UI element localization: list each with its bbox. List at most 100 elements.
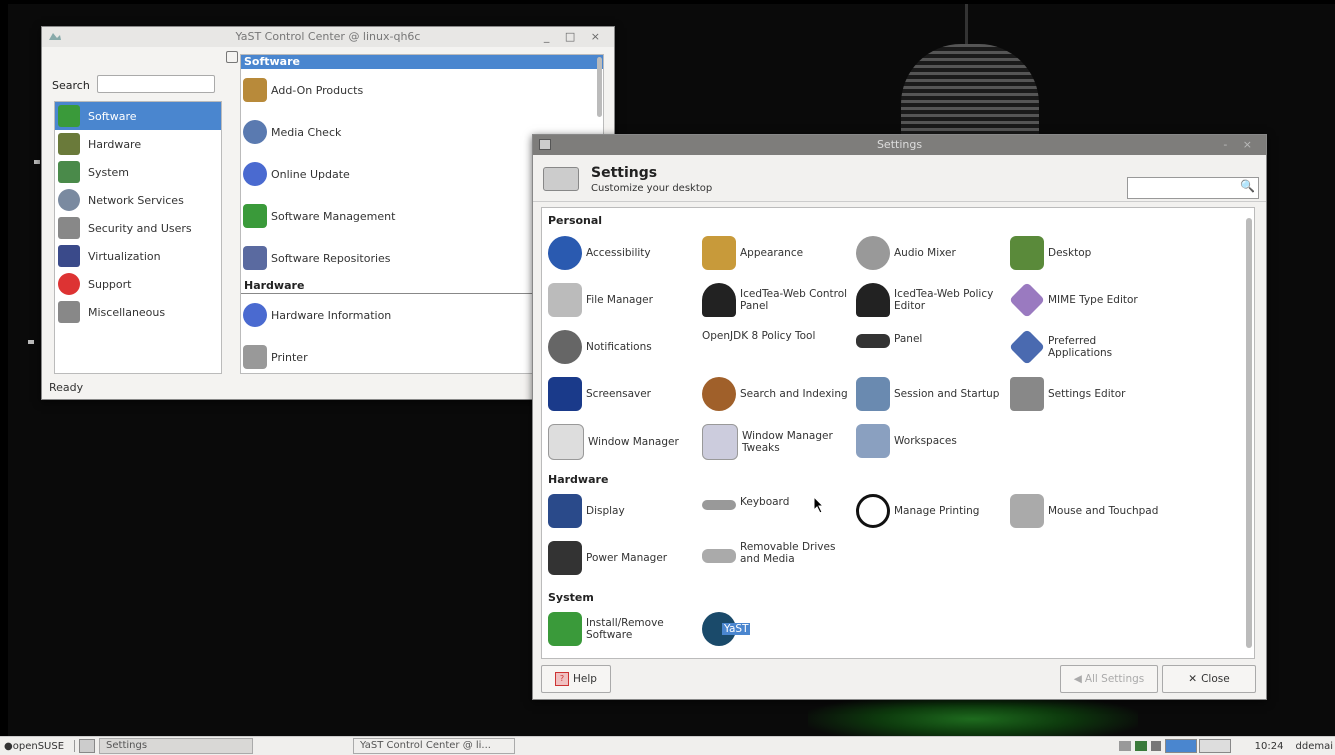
item-removable-drives[interactable]: Removable Drives and Media bbox=[702, 541, 852, 565]
item-label: Window Manager bbox=[588, 436, 679, 448]
info-icon bbox=[243, 303, 267, 327]
category-system: System bbox=[548, 591, 594, 604]
item-manage-printing[interactable]: Manage Printing bbox=[856, 494, 1006, 528]
category-support[interactable]: Support bbox=[55, 270, 221, 298]
item-label: Removable Drives and Media bbox=[740, 541, 836, 565]
category-label: Miscellaneous bbox=[88, 305, 166, 319]
status-bar: Ready bbox=[49, 381, 84, 394]
audio-mixer-icon bbox=[856, 236, 890, 270]
settings-window: Settings - × Settings Customize your des… bbox=[532, 134, 1267, 700]
module-label: Hardware Information bbox=[271, 308, 392, 322]
item-label: YaST bbox=[722, 623, 751, 635]
battery-icon[interactable] bbox=[1150, 741, 1161, 751]
all-settings-button[interactable]: ◀ All Settings bbox=[1060, 665, 1158, 693]
show-desktop-icon[interactable] bbox=[79, 739, 96, 753]
item-yast[interactable]: YaST bbox=[702, 612, 852, 646]
category-virtualization[interactable]: Virtualization bbox=[55, 242, 221, 270]
item-mouse-and-touchpad[interactable]: Mouse and Touchpad bbox=[1010, 494, 1160, 528]
item-label: Keyboard bbox=[740, 496, 790, 508]
search-input[interactable] bbox=[97, 75, 215, 93]
item-label: Install/Remove Software bbox=[586, 617, 664, 641]
item-settings-editor[interactable]: Settings Editor bbox=[1010, 377, 1160, 411]
module-add-on-products[interactable]: Add-On Products bbox=[241, 69, 603, 111]
item-accessibility[interactable]: Accessibility bbox=[548, 236, 698, 270]
item-label: Search and Indexing bbox=[740, 388, 848, 400]
module-label: Software Management bbox=[271, 209, 396, 223]
settings-window-buttons[interactable]: - × bbox=[1223, 135, 1258, 155]
desktop-icon-edge[interactable] bbox=[28, 340, 34, 344]
item-label: MIME Type Editor bbox=[1048, 294, 1138, 306]
category-label: Software bbox=[88, 109, 137, 123]
close-button[interactable]: ✕ Close bbox=[1162, 665, 1256, 693]
item-window-manager-tweaks[interactable]: Window Manager Tweaks bbox=[702, 424, 852, 460]
item-window-manager[interactable]: Window Manager bbox=[548, 424, 698, 460]
item-label: Accessibility bbox=[586, 247, 651, 259]
item-workspaces[interactable]: Workspaces bbox=[856, 424, 1006, 458]
item-icedtea-policy-editor[interactable]: IcedTea-Web Policy Editor bbox=[856, 283, 1006, 317]
category-network-services[interactable]: Network Services bbox=[55, 186, 221, 214]
item-preferred-applications[interactable]: Preferred Applications bbox=[1008, 328, 1160, 366]
item-keyboard[interactable]: Keyboard bbox=[702, 494, 852, 510]
item-power-manager[interactable]: Power Manager bbox=[548, 541, 698, 575]
category-software[interactable]: Software bbox=[55, 102, 221, 130]
item-label: Session and Startup bbox=[894, 388, 1000, 400]
system-tray: 10:24 ddemai bbox=[1118, 739, 1335, 753]
item-display[interactable]: Display bbox=[548, 494, 698, 528]
preferred-apps-icon bbox=[1008, 328, 1046, 366]
item-install-remove-software[interactable]: Install/Remove Software bbox=[548, 612, 698, 646]
item-label: Settings Editor bbox=[1048, 388, 1126, 400]
item-label: Appearance bbox=[740, 247, 804, 259]
workspace-2[interactable] bbox=[1198, 739, 1231, 753]
module-scrollbar[interactable] bbox=[597, 57, 602, 117]
window-manager-icon bbox=[548, 424, 584, 460]
network-icon[interactable] bbox=[1134, 741, 1147, 751]
software-management-icon bbox=[243, 204, 267, 228]
item-audio-mixer[interactable]: Audio Mixer bbox=[856, 236, 1006, 270]
settings-scrollbar[interactable] bbox=[1246, 218, 1252, 648]
item-screensaver[interactable]: Screensaver bbox=[548, 377, 698, 411]
settings-titlebar[interactable]: Settings - × bbox=[533, 135, 1266, 155]
category-system[interactable]: System bbox=[55, 158, 221, 186]
task-yast[interactable]: YaST Control Center @ li... bbox=[353, 738, 516, 754]
close-icon: ✕ bbox=[1188, 673, 1198, 685]
item-search-and-indexing[interactable]: Search and Indexing bbox=[702, 377, 852, 411]
gear-icon[interactable] bbox=[226, 51, 238, 63]
item-session-and-startup[interactable]: Session and Startup bbox=[856, 377, 1006, 411]
volume-icon[interactable] bbox=[1118, 741, 1131, 751]
drive-icon bbox=[702, 549, 736, 563]
category-security-and-users[interactable]: Security and Users bbox=[55, 214, 221, 242]
yast-app-icon bbox=[49, 33, 61, 40]
item-file-manager[interactable]: File Manager bbox=[548, 283, 698, 317]
item-appearance[interactable]: Appearance bbox=[702, 236, 852, 270]
yast-titlebar[interactable]: YaST Control Center @ linux-qh6c _ □ × bbox=[42, 27, 614, 47]
security-icon bbox=[58, 217, 80, 239]
hardware-icon bbox=[58, 133, 80, 155]
yast-window-buttons[interactable]: _ □ × bbox=[544, 27, 606, 47]
virtualization-icon bbox=[58, 245, 80, 267]
help-label: Help bbox=[573, 673, 597, 685]
start-menu-button[interactable]: ●openSUSE bbox=[0, 741, 70, 752]
item-label: Display bbox=[586, 505, 625, 517]
category-hardware[interactable]: Hardware bbox=[55, 130, 221, 158]
module-label: Online Update bbox=[271, 167, 350, 181]
desktop-icon-edge[interactable] bbox=[34, 160, 40, 164]
item-panel[interactable]: Panel bbox=[856, 330, 1006, 348]
category-miscellaneous[interactable]: Miscellaneous bbox=[55, 298, 221, 326]
item-icedtea-control-panel[interactable]: IcedTea-Web Control Panel bbox=[702, 283, 852, 317]
workspace-1[interactable] bbox=[1164, 739, 1197, 753]
printing-icon bbox=[856, 494, 890, 528]
task-settings[interactable]: Settings bbox=[99, 738, 254, 754]
item-desktop[interactable]: Desktop bbox=[1010, 236, 1160, 270]
media-check-icon bbox=[243, 120, 267, 144]
help-icon: ? bbox=[555, 672, 570, 686]
help-button[interactable]: ? Help bbox=[541, 665, 611, 693]
appearance-icon bbox=[702, 236, 736, 270]
user-label: ddemai bbox=[1295, 740, 1334, 752]
item-openjdk-policy-tool[interactable]: OpenJDK 8 Policy Tool bbox=[702, 330, 852, 342]
category-label: System bbox=[88, 165, 130, 179]
settings-search-input[interactable]: 🔍 bbox=[1127, 177, 1259, 199]
network-icon bbox=[58, 189, 80, 211]
desktop-icon bbox=[1010, 236, 1044, 270]
item-notifications[interactable]: Notifications bbox=[548, 330, 698, 364]
item-mime-type-editor[interactable]: MIME Type Editor bbox=[1008, 281, 1160, 319]
